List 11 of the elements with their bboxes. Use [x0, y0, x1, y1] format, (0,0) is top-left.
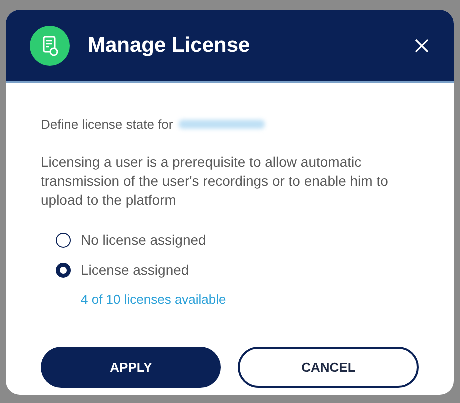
cancel-button[interactable]: CANCEL — [238, 347, 419, 388]
description-text: Licensing a user is a prerequisite to allow automatic transmission of the user's recordings or to enable him to upload to the platform — [41, 152, 390, 210]
document-settings-icon — [30, 26, 70, 66]
radio-button[interactable] — [56, 262, 71, 278]
close-icon — [414, 38, 430, 54]
dialog-title: Manage License — [88, 32, 250, 59]
intro-text: Define license state for — [41, 116, 174, 134]
radio-option[interactable]: No license assigned — [56, 230, 206, 250]
apply-button[interactable]: APPLY — [41, 347, 222, 388]
radio-button[interactable] — [56, 232, 71, 248]
radio-option[interactable]: License assigned — [56, 260, 190, 280]
